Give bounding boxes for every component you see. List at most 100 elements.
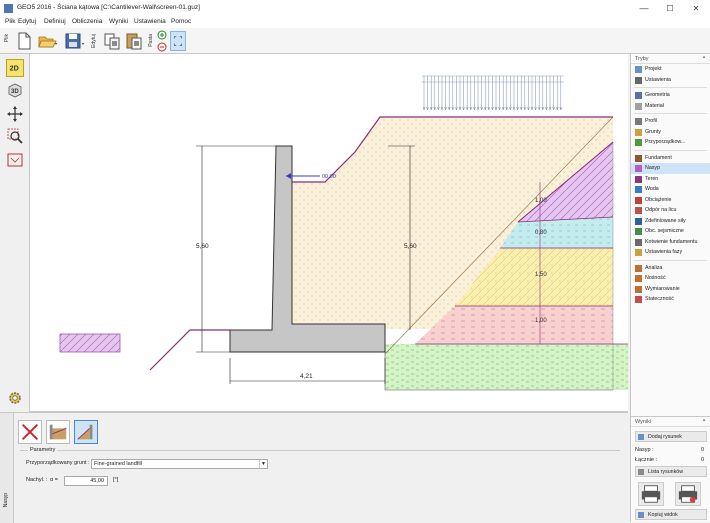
app-logo-icon <box>4 4 13 13</box>
load-arrow <box>440 76 444 111</box>
zoom-in-icon[interactable] <box>157 30 167 40</box>
open-file-icon[interactable] <box>37 31 59 51</box>
load-arrow <box>480 76 483 111</box>
mode-item-label: Wymiarowanie <box>645 285 680 292</box>
load-arrow <box>473 76 476 111</box>
mode-item[interactable]: Nasyp <box>631 163 710 174</box>
assigned-soil-label: Przyporządkowany grunt : <box>26 460 90 466</box>
visibility-settings-gear-icon[interactable] <box>6 389 24 407</box>
remove-backfill-button[interactable] <box>18 420 42 444</box>
modes-separator <box>634 111 707 114</box>
layer-thickness-label: 1,00 <box>535 198 547 204</box>
svg-text:2D: 2D <box>10 65 19 73</box>
paste-data-icon[interactable] <box>125 31 143 51</box>
add-drawing-button[interactable]: Dodaj rysunek <box>635 431 707 442</box>
slope-unit: [°] <box>113 477 119 483</box>
mode-item[interactable]: Woda <box>631 184 710 195</box>
mode-item[interactable]: Geometria <box>631 90 710 101</box>
slope-input[interactable]: 45,00 <box>64 476 108 486</box>
load-arrow <box>509 76 512 111</box>
material-icon <box>635 102 642 110</box>
print-export-icon[interactable] <box>675 482 701 506</box>
mode-item[interactable]: Nośność <box>631 273 710 284</box>
menu-bar: Plik Edytuj Definiuj Obliczenia Wyniki U… <box>0 17 710 28</box>
view-3d-icon[interactable]: 3D <box>6 81 24 99</box>
copy-data-icon[interactable] <box>103 31 121 51</box>
copy-view-button[interactable]: Kopiuj widok <box>635 509 707 520</box>
mode-item[interactable]: Stateczność <box>631 294 710 305</box>
view-2d-icon[interactable]: 2D <box>6 59 24 77</box>
soils-icon <box>635 128 642 136</box>
alpha-label: α = <box>50 477 58 483</box>
pin-icon[interactable]: ▪ <box>703 418 705 424</box>
mode-item[interactable]: Obc. sejsmiczne <box>631 226 710 237</box>
mode-item[interactable]: Obciążenie <box>631 195 710 206</box>
toolbar-group-paste-label: Pasta <box>148 34 154 47</box>
minimize-button[interactable]: — <box>636 3 652 14</box>
toolbar: Plik Edytuj Pasta <box>0 28 710 54</box>
mode-item-label: Obc. sejsmiczne <box>645 228 684 234</box>
drawing-list-label: Lista rysunków <box>648 469 684 475</box>
menu-analysis[interactable]: Obliczenia <box>72 18 102 25</box>
menu-results[interactable]: Wyniki <box>109 18 128 25</box>
menu-help[interactable]: Pomoc <box>171 18 191 25</box>
close-button[interactable]: ✕ <box>688 3 704 14</box>
load-arrow <box>433 76 437 111</box>
anchor-icon <box>635 238 642 246</box>
load-arrow <box>491 76 494 111</box>
menu-define[interactable]: Definiuj <box>44 18 66 25</box>
maximize-button[interactable]: ☐ <box>662 3 678 14</box>
zoom-fit-icon[interactable] <box>170 31 186 51</box>
mode-item[interactable]: Ustawienia <box>631 75 710 86</box>
pin-icon[interactable]: ▪ <box>703 55 705 61</box>
backfill-type-2-button[interactable] <box>74 420 98 444</box>
drawing-canvas[interactable]: 5,60 5,60 4,21 1,00 0,80 1,50 1,00 00,00 <box>30 54 628 412</box>
load-arrow <box>498 76 501 111</box>
move-view-icon[interactable] <box>6 105 24 123</box>
toolbar-group-file-label: Plik <box>4 34 10 43</box>
backfill-type-1-button[interactable] <box>46 420 70 444</box>
mode-item[interactable]: Zdefiniowane siły <box>631 216 710 227</box>
mode-item-label: Przyporządkow... <box>645 139 686 145</box>
mode-item[interactable]: Teren <box>631 174 710 185</box>
settings-icon <box>635 76 642 84</box>
stage-settings-icon <box>635 249 642 256</box>
drawing-list-button[interactable]: Lista rysunków <box>635 466 707 477</box>
profile-icon <box>635 118 642 125</box>
mode-item[interactable]: Kotwienie fundamentu <box>631 237 710 248</box>
wall-height-dimension-left: 5,60 <box>196 243 209 250</box>
load-arrow <box>429 76 433 111</box>
menu-file[interactable]: Plik <box>5 18 15 25</box>
new-file-icon[interactable] <box>15 31 33 51</box>
mode-item[interactable]: Fundament <box>631 153 710 164</box>
load-arrow <box>541 76 545 111</box>
menu-edit[interactable]: Edytuj <box>18 18 36 25</box>
stability-icon <box>635 296 642 303</box>
load-arrow <box>476 76 480 111</box>
foundation-icon <box>635 154 642 162</box>
zoom-out-icon[interactable] <box>157 42 167 52</box>
mode-item[interactable]: Profil <box>631 116 710 127</box>
zoom-window-icon[interactable] <box>6 127 24 145</box>
mode-item-label: Obciążenie <box>645 196 672 203</box>
assigned-soil-select[interactable]: Fine-grained landfill ▼ <box>91 459 268 469</box>
mode-item[interactable]: Analiza <box>631 263 710 274</box>
mode-item-label: Nasyp <box>645 165 661 171</box>
save-file-icon[interactable] <box>64 31 86 51</box>
mode-item[interactable]: Wymiarowanie <box>631 284 710 295</box>
modes-panel-title: Tryby <box>635 56 649 62</box>
print-icon[interactable] <box>638 482 664 506</box>
zoom-all-icon[interactable] <box>6 151 24 169</box>
assigned-soil-value: Fine-grained landfill <box>94 461 142 467</box>
water-icon <box>635 186 642 193</box>
mode-item[interactable]: Ustawienia fazy <box>631 247 710 258</box>
mode-item[interactable]: Materiał <box>631 101 710 112</box>
mode-item[interactable]: Przyporządkow... <box>631 137 710 148</box>
mode-item[interactable]: Odpór na licu <box>631 205 710 216</box>
menu-settings[interactable]: Ustawienia <box>134 18 166 25</box>
input-frame: Nasyp Parametry Przyporządkowany grunt :… <box>0 412 628 523</box>
mode-item[interactable]: Grunty <box>631 127 710 138</box>
mode-item[interactable]: Projekt <box>631 64 710 75</box>
chevron-down-icon[interactable]: ▼ <box>259 460 267 468</box>
modes-separator <box>634 148 707 151</box>
